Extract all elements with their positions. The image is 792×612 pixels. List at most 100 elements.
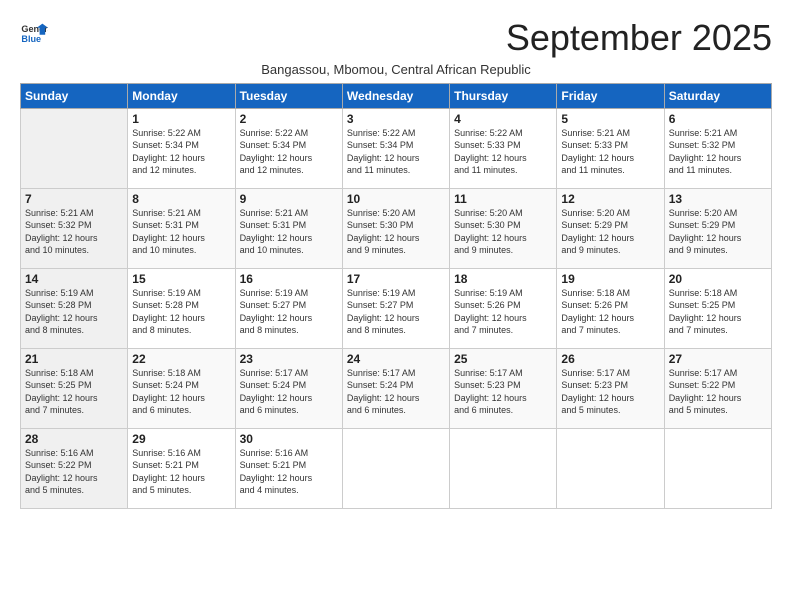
day-number: 23 — [240, 352, 338, 366]
day-number: 25 — [454, 352, 552, 366]
day-info: Sunrise: 5:17 AM Sunset: 5:23 PM Dayligh… — [454, 367, 552, 417]
day-cell: 29Sunrise: 5:16 AM Sunset: 5:21 PM Dayli… — [128, 428, 235, 508]
day-number: 21 — [25, 352, 123, 366]
day-cell: 8Sunrise: 5:21 AM Sunset: 5:31 PM Daylig… — [128, 188, 235, 268]
day-cell: 26Sunrise: 5:17 AM Sunset: 5:23 PM Dayli… — [557, 348, 664, 428]
col-header-wednesday: Wednesday — [342, 83, 449, 108]
day-cell: 6Sunrise: 5:21 AM Sunset: 5:32 PM Daylig… — [664, 108, 771, 188]
day-cell: 16Sunrise: 5:19 AM Sunset: 5:27 PM Dayli… — [235, 268, 342, 348]
subtitle: Bangassou, Mbomou, Central African Repub… — [20, 62, 772, 77]
day-cell — [664, 428, 771, 508]
day-number: 27 — [669, 352, 767, 366]
day-info: Sunrise: 5:17 AM Sunset: 5:23 PM Dayligh… — [561, 367, 659, 417]
day-number: 1 — [132, 112, 230, 126]
day-cell: 1Sunrise: 5:22 AM Sunset: 5:34 PM Daylig… — [128, 108, 235, 188]
logo: General Blue — [20, 18, 48, 46]
day-info: Sunrise: 5:18 AM Sunset: 5:24 PM Dayligh… — [132, 367, 230, 417]
day-cell: 22Sunrise: 5:18 AM Sunset: 5:24 PM Dayli… — [128, 348, 235, 428]
day-cell: 4Sunrise: 5:22 AM Sunset: 5:33 PM Daylig… — [450, 108, 557, 188]
day-number: 10 — [347, 192, 445, 206]
day-cell: 10Sunrise: 5:20 AM Sunset: 5:30 PM Dayli… — [342, 188, 449, 268]
page: General Blue September 2025 Bangassou, M… — [0, 0, 792, 519]
day-cell: 14Sunrise: 5:19 AM Sunset: 5:28 PM Dayli… — [21, 268, 128, 348]
day-info: Sunrise: 5:21 AM Sunset: 5:32 PM Dayligh… — [669, 127, 767, 177]
col-header-monday: Monday — [128, 83, 235, 108]
day-info: Sunrise: 5:20 AM Sunset: 5:30 PM Dayligh… — [347, 207, 445, 257]
day-number: 16 — [240, 272, 338, 286]
day-number: 6 — [669, 112, 767, 126]
day-number: 28 — [25, 432, 123, 446]
day-number: 18 — [454, 272, 552, 286]
day-number: 4 — [454, 112, 552, 126]
day-info: Sunrise: 5:16 AM Sunset: 5:21 PM Dayligh… — [132, 447, 230, 497]
day-number: 30 — [240, 432, 338, 446]
day-number: 20 — [669, 272, 767, 286]
day-info: Sunrise: 5:22 AM Sunset: 5:34 PM Dayligh… — [132, 127, 230, 177]
day-info: Sunrise: 5:19 AM Sunset: 5:28 PM Dayligh… — [25, 287, 123, 337]
col-header-saturday: Saturday — [664, 83, 771, 108]
day-number: 19 — [561, 272, 659, 286]
day-number: 3 — [347, 112, 445, 126]
day-cell: 28Sunrise: 5:16 AM Sunset: 5:22 PM Dayli… — [21, 428, 128, 508]
week-row-1: 1Sunrise: 5:22 AM Sunset: 5:34 PM Daylig… — [21, 108, 772, 188]
day-info: Sunrise: 5:20 AM Sunset: 5:30 PM Dayligh… — [454, 207, 552, 257]
day-cell: 27Sunrise: 5:17 AM Sunset: 5:22 PM Dayli… — [664, 348, 771, 428]
col-header-friday: Friday — [557, 83, 664, 108]
day-number: 26 — [561, 352, 659, 366]
day-number: 12 — [561, 192, 659, 206]
day-number: 5 — [561, 112, 659, 126]
day-info: Sunrise: 5:18 AM Sunset: 5:25 PM Dayligh… — [669, 287, 767, 337]
day-info: Sunrise: 5:22 AM Sunset: 5:33 PM Dayligh… — [454, 127, 552, 177]
day-cell: 18Sunrise: 5:19 AM Sunset: 5:26 PM Dayli… — [450, 268, 557, 348]
week-row-4: 21Sunrise: 5:18 AM Sunset: 5:25 PM Dayli… — [21, 348, 772, 428]
day-cell: 2Sunrise: 5:22 AM Sunset: 5:34 PM Daylig… — [235, 108, 342, 188]
day-cell: 20Sunrise: 5:18 AM Sunset: 5:25 PM Dayli… — [664, 268, 771, 348]
col-header-tuesday: Tuesday — [235, 83, 342, 108]
day-number: 9 — [240, 192, 338, 206]
day-number: 15 — [132, 272, 230, 286]
day-number: 24 — [347, 352, 445, 366]
day-cell: 13Sunrise: 5:20 AM Sunset: 5:29 PM Dayli… — [664, 188, 771, 268]
week-row-3: 14Sunrise: 5:19 AM Sunset: 5:28 PM Dayli… — [21, 268, 772, 348]
day-info: Sunrise: 5:21 AM Sunset: 5:31 PM Dayligh… — [132, 207, 230, 257]
day-cell: 9Sunrise: 5:21 AM Sunset: 5:31 PM Daylig… — [235, 188, 342, 268]
day-info: Sunrise: 5:21 AM Sunset: 5:31 PM Dayligh… — [240, 207, 338, 257]
day-number: 11 — [454, 192, 552, 206]
month-title: September 2025 — [506, 18, 772, 58]
day-info: Sunrise: 5:19 AM Sunset: 5:27 PM Dayligh… — [240, 287, 338, 337]
week-row-5: 28Sunrise: 5:16 AM Sunset: 5:22 PM Dayli… — [21, 428, 772, 508]
day-info: Sunrise: 5:16 AM Sunset: 5:21 PM Dayligh… — [240, 447, 338, 497]
day-cell: 19Sunrise: 5:18 AM Sunset: 5:26 PM Dayli… — [557, 268, 664, 348]
day-number: 14 — [25, 272, 123, 286]
day-cell: 24Sunrise: 5:17 AM Sunset: 5:24 PM Dayli… — [342, 348, 449, 428]
day-info: Sunrise: 5:18 AM Sunset: 5:26 PM Dayligh… — [561, 287, 659, 337]
day-info: Sunrise: 5:22 AM Sunset: 5:34 PM Dayligh… — [347, 127, 445, 177]
day-info: Sunrise: 5:16 AM Sunset: 5:22 PM Dayligh… — [25, 447, 123, 497]
day-info: Sunrise: 5:17 AM Sunset: 5:22 PM Dayligh… — [669, 367, 767, 417]
day-number: 8 — [132, 192, 230, 206]
day-cell: 21Sunrise: 5:18 AM Sunset: 5:25 PM Dayli… — [21, 348, 128, 428]
day-cell: 11Sunrise: 5:20 AM Sunset: 5:30 PM Dayli… — [450, 188, 557, 268]
day-info: Sunrise: 5:17 AM Sunset: 5:24 PM Dayligh… — [240, 367, 338, 417]
day-number: 2 — [240, 112, 338, 126]
day-cell: 5Sunrise: 5:21 AM Sunset: 5:33 PM Daylig… — [557, 108, 664, 188]
week-row-2: 7Sunrise: 5:21 AM Sunset: 5:32 PM Daylig… — [21, 188, 772, 268]
day-cell: 15Sunrise: 5:19 AM Sunset: 5:28 PM Dayli… — [128, 268, 235, 348]
title-block: September 2025 — [506, 18, 772, 58]
day-number: 29 — [132, 432, 230, 446]
day-info: Sunrise: 5:19 AM Sunset: 5:28 PM Dayligh… — [132, 287, 230, 337]
day-cell — [557, 428, 664, 508]
day-info: Sunrise: 5:19 AM Sunset: 5:26 PM Dayligh… — [454, 287, 552, 337]
day-info: Sunrise: 5:21 AM Sunset: 5:33 PM Dayligh… — [561, 127, 659, 177]
day-cell: 3Sunrise: 5:22 AM Sunset: 5:34 PM Daylig… — [342, 108, 449, 188]
svg-text:Blue: Blue — [21, 34, 41, 44]
day-cell — [21, 108, 128, 188]
day-cell — [342, 428, 449, 508]
header: General Blue September 2025 — [20, 18, 772, 58]
day-cell: 25Sunrise: 5:17 AM Sunset: 5:23 PM Dayli… — [450, 348, 557, 428]
header-row: SundayMondayTuesdayWednesdayThursdayFrid… — [21, 83, 772, 108]
day-cell: 17Sunrise: 5:19 AM Sunset: 5:27 PM Dayli… — [342, 268, 449, 348]
logo-icon: General Blue — [20, 18, 48, 46]
day-cell: 12Sunrise: 5:20 AM Sunset: 5:29 PM Dayli… — [557, 188, 664, 268]
col-header-sunday: Sunday — [21, 83, 128, 108]
